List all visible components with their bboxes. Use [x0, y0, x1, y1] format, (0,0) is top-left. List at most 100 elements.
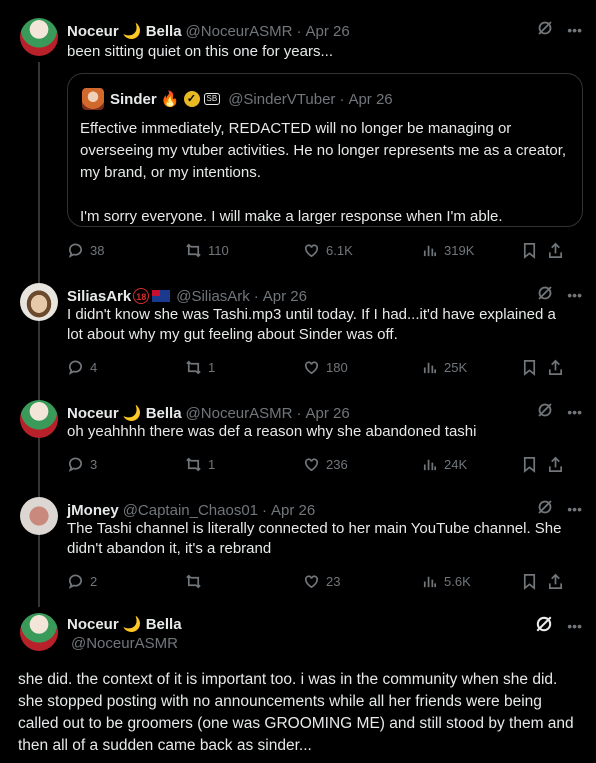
- author-handle[interactable]: @NoceurASMR: [186, 405, 293, 422]
- more-icon[interactable]: •••: [567, 501, 582, 517]
- repost-button[interactable]: 1: [185, 456, 303, 473]
- views-count: 5.6K: [444, 573, 471, 589]
- post-3[interactable]: Noceur 🌙 Bella @NoceurASMR · Apr 26 ••• …: [0, 400, 596, 480]
- repost-icon: [186, 243, 201, 257]
- like-count: 6.1K: [326, 242, 353, 258]
- repost-icon: [186, 574, 201, 588]
- like-count: 180: [326, 359, 348, 375]
- age-18-badge-icon: 18: [133, 288, 150, 304]
- avatar[interactable]: [20, 18, 58, 56]
- separator: ·: [296, 404, 302, 422]
- views-button[interactable]: 25K: [421, 359, 521, 376]
- share-icon: [548, 242, 563, 258]
- more-icon[interactable]: •••: [567, 618, 582, 634]
- repost-button[interactable]: 110: [185, 242, 303, 259]
- avatar[interactable]: [20, 400, 58, 438]
- action-bar: 3 1 236 24K: [67, 454, 582, 474]
- views-button[interactable]: 24K: [421, 456, 521, 473]
- like-button[interactable]: 23: [303, 573, 421, 590]
- views-icon: [423, 576, 437, 587]
- more-icon[interactable]: •••: [567, 287, 582, 303]
- views-icon: [423, 245, 437, 256]
- more-icon[interactable]: •••: [567, 404, 582, 420]
- share-button[interactable]: [547, 573, 564, 590]
- author-name[interactable]: SiliasArk: [67, 288, 131, 305]
- post-4[interactable]: jMoney @Captain_Chaos01 · Apr 26 ••• The…: [0, 497, 596, 597]
- bookmark-button[interactable]: [521, 456, 547, 473]
- repost-icon: [186, 457, 201, 471]
- grok-icon[interactable]: [537, 499, 553, 518]
- post-text: been sitting quiet on this one for years…: [67, 43, 333, 60]
- views-button[interactable]: 319K: [421, 242, 521, 259]
- bookmark-button[interactable]: [521, 573, 547, 590]
- quote-date: Apr 26: [348, 90, 393, 108]
- author-handle[interactable]: @SiliasArk: [176, 288, 250, 305]
- share-button[interactable]: [547, 242, 564, 259]
- more-icon[interactable]: •••: [567, 22, 582, 38]
- author-name[interactable]: jMoney: [67, 502, 119, 519]
- bookmark-button[interactable]: [521, 359, 547, 376]
- share-icon: [548, 573, 563, 589]
- reply-count: 2: [90, 573, 98, 589]
- post-date[interactable]: Apr 26: [305, 405, 349, 422]
- like-button[interactable]: 180: [303, 359, 421, 376]
- avatar[interactable]: [20, 283, 58, 321]
- like-button[interactable]: 236: [303, 456, 421, 473]
- reply-count: 38: [90, 242, 105, 258]
- post-text: The Tashi channel is literally connected…: [67, 520, 562, 557]
- reply-button[interactable]: 38: [67, 242, 185, 259]
- reply-button[interactable]: 4: [67, 359, 185, 376]
- grok-icon[interactable]: [535, 615, 553, 636]
- repost-count: 1: [208, 359, 216, 375]
- repost-icon: [186, 360, 201, 374]
- like-count: 236: [326, 456, 348, 472]
- reply-button[interactable]: 3: [67, 456, 185, 473]
- share-icon: [548, 456, 563, 472]
- avatar[interactable]: [20, 497, 58, 535]
- like-button[interactable]: 6.1K: [303, 242, 421, 259]
- quoted-post[interactable]: Sinder 🔥 ✓ SB @SinderVTuber · Apr 26 Eff…: [67, 73, 583, 227]
- author-name[interactable]: Noceur 🌙 Bella: [67, 615, 182, 633]
- bookmark-icon: [523, 573, 536, 590]
- grok-icon[interactable]: [537, 285, 553, 304]
- reply-icon: [68, 243, 82, 258]
- reply-count: 3: [90, 456, 98, 472]
- separator: ·: [339, 90, 345, 108]
- flag-icon: [152, 290, 171, 302]
- post-text: she did. the context of it is important …: [18, 671, 574, 754]
- separator: ·: [296, 22, 302, 40]
- views-icon: [423, 459, 437, 470]
- grok-icon[interactable]: [537, 20, 553, 39]
- bookmark-icon: [523, 242, 536, 259]
- author-name[interactable]: Noceur 🌙 Bella: [67, 22, 182, 40]
- repost-button[interactable]: [185, 573, 303, 590]
- post-date[interactable]: Apr 26: [271, 502, 315, 519]
- share-button[interactable]: [547, 359, 564, 376]
- bookmark-button[interactable]: [521, 242, 547, 259]
- reply-button[interactable]: 2: [67, 573, 185, 590]
- author-handle[interactable]: @NoceurASMR: [186, 23, 293, 40]
- share-button[interactable]: [547, 456, 564, 473]
- bookmark-icon: [523, 359, 536, 376]
- reply-icon: [68, 360, 82, 375]
- author-handle[interactable]: @NoceurASMR: [71, 635, 178, 652]
- post-1[interactable]: Noceur 🌙 Bella @NoceurASMR · Apr 26 ••• …: [0, 18, 596, 268]
- repost-count: 1: [208, 456, 216, 472]
- post-2[interactable]: SiliasArk 18 @SiliasArk · Apr 26 ••• I d…: [0, 283, 596, 383]
- views-button[interactable]: 5.6K: [421, 573, 521, 590]
- verified-badge-icon: ✓: [183, 91, 200, 107]
- views-icon: [423, 362, 437, 373]
- avatar[interactable]: [20, 613, 58, 651]
- repost-count: 110: [208, 242, 229, 258]
- author-handle[interactable]: @Captain_Chaos01: [123, 502, 258, 519]
- post-text: I didn't know she was Tashi.mp3 until to…: [67, 306, 556, 343]
- like-icon: [304, 360, 319, 374]
- affiliate-tag: SB: [203, 93, 221, 105]
- post-text: oh yeahhhh there was def a reason why sh…: [67, 423, 477, 440]
- post-date[interactable]: Apr 26: [263, 288, 307, 305]
- reply-count: 4: [90, 359, 98, 375]
- post-date[interactable]: Apr 26: [305, 23, 349, 40]
- author-name[interactable]: Noceur 🌙 Bella: [67, 404, 182, 422]
- grok-icon[interactable]: [537, 402, 553, 421]
- repost-button[interactable]: 1: [185, 359, 303, 376]
